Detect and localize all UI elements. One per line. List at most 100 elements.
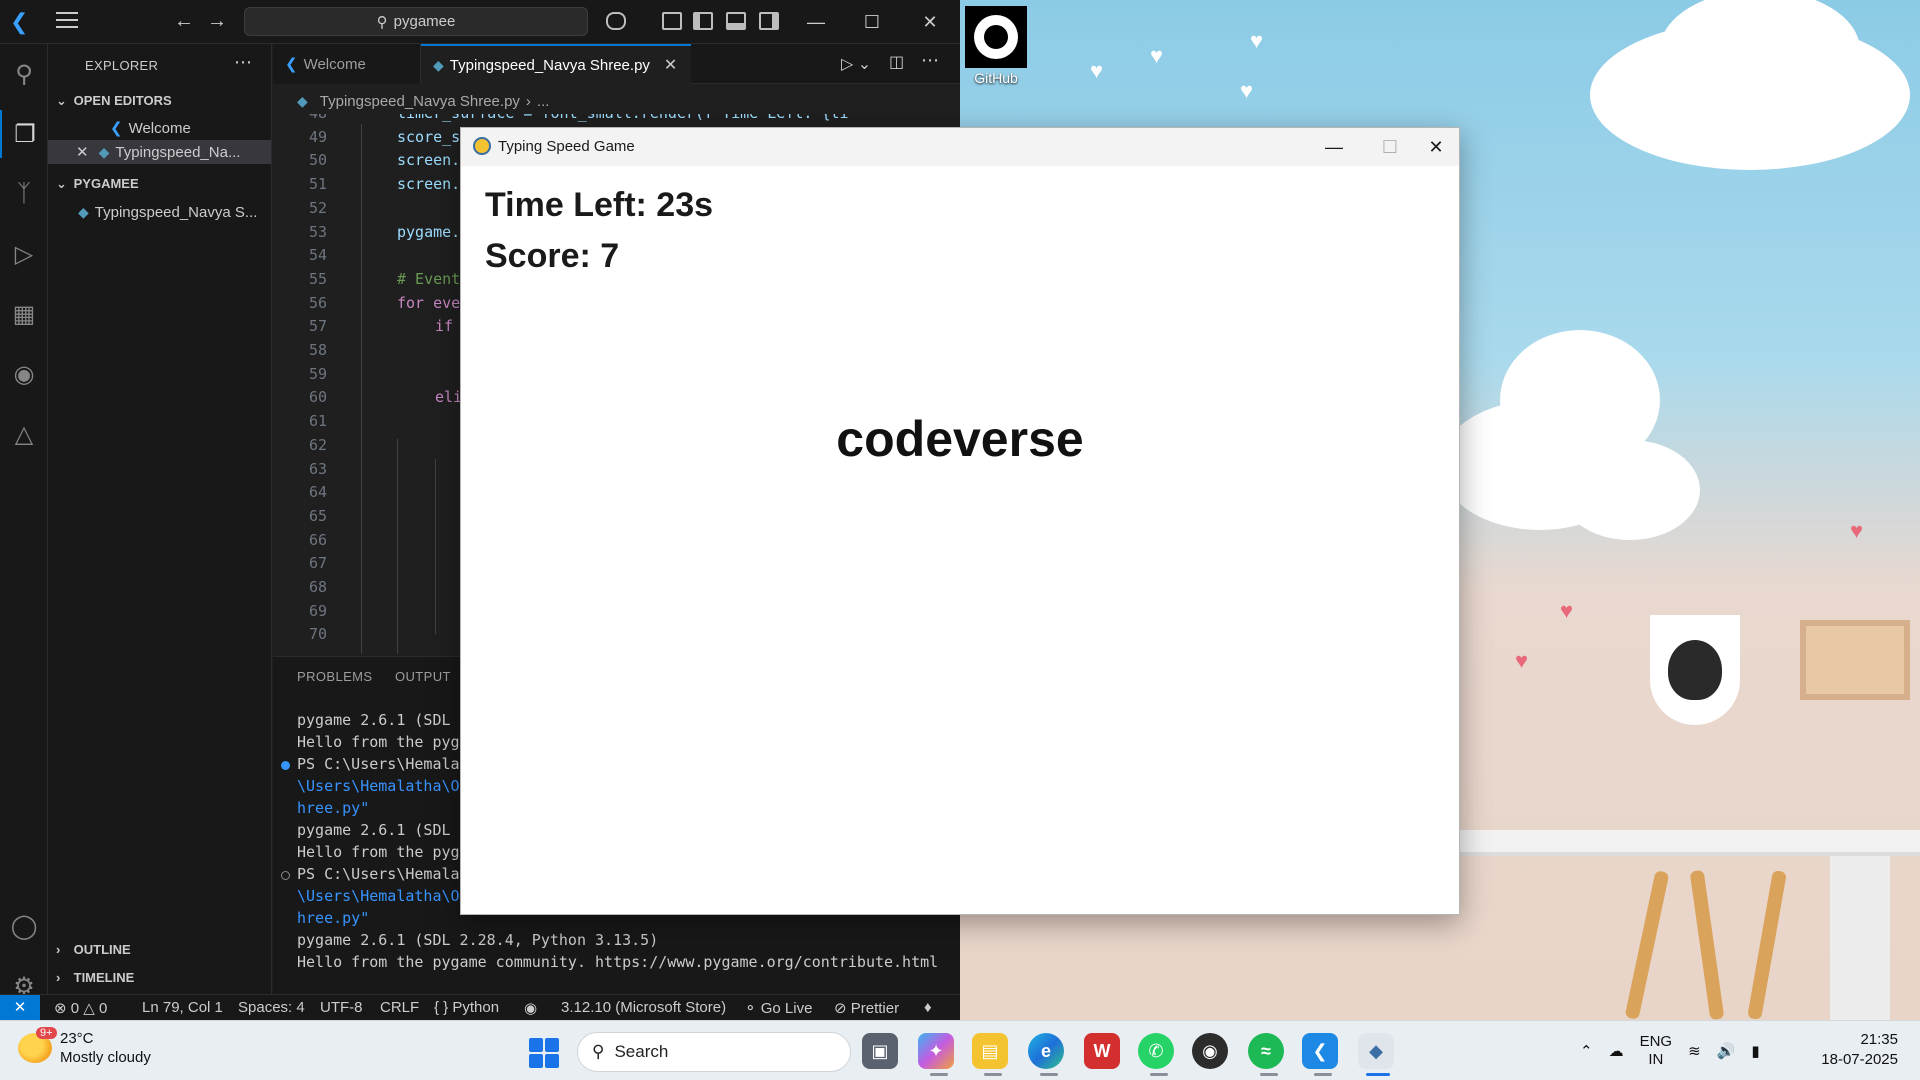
line-number: 66 [308, 530, 327, 549]
line-number: 48 [273, 114, 327, 122]
running-indicator [984, 1073, 1002, 1076]
vscode-titlebar: ❮ ← → ⚲ pygamee — ☐ ✕ [0, 0, 960, 44]
problems-status[interactable]: ⊗ 0 △ 0 [54, 999, 107, 1017]
copilot-icon[interactable]: ✦ [918, 1033, 954, 1069]
search-icon: ⚲ [376, 13, 388, 31]
tab-welcome[interactable]: ❮ Welcome [273, 44, 421, 84]
go-live-button[interactable]: ⚬ Go Live [744, 999, 812, 1017]
indentation-status[interactable]: Spaces: 4 [238, 999, 305, 1016]
notifications-bell-icon[interactable]: ♦ [924, 999, 932, 1016]
source-control-icon[interactable]: ᛉ [0, 170, 48, 218]
owl-banner [1650, 615, 1740, 725]
typing-speed-game-window[interactable]: Typing Speed Game — ☐ ✕ Time Left: 23s S… [460, 127, 1460, 915]
tab-output[interactable]: OUTPUT [395, 669, 451, 684]
more-actions-icon[interactable]: ⋯ [234, 52, 252, 73]
game-minimize-button[interactable]: — [1311, 132, 1357, 162]
run-python-icon[interactable]: ▷ ⌄ [841, 54, 871, 74]
start-button[interactable] [529, 1038, 559, 1068]
battery-icon[interactable]: ▮ [1751, 1042, 1759, 1060]
line-number: 59 [308, 364, 327, 383]
python-taskbar-icon[interactable]: ◆ [1358, 1033, 1394, 1069]
split-editor-icon[interactable]: ◫ [889, 52, 904, 72]
explorer-icon[interactable]: ❐ [0, 110, 48, 158]
target-word: codeverse [836, 411, 1084, 467]
tab-problems[interactable]: PROBLEMS [297, 669, 372, 684]
toggle-secondary-sidebar-icon[interactable] [759, 12, 779, 30]
line-number: 56 [308, 293, 327, 312]
chevron-down-icon: ⌄ [56, 176, 67, 191]
vscode-taskbar-icon[interactable]: ❮ [1302, 1033, 1338, 1069]
close-button[interactable]: ✕ [910, 8, 950, 36]
line-number: 64 [308, 483, 327, 502]
tab-typingspeed[interactable]: ◆ Typingspeed_Navya Shree.py ✕ [421, 44, 691, 84]
breadcrumb-symbol[interactable]: ... [537, 93, 550, 110]
github-desktop-icon[interactable]: ◉ [1192, 1033, 1228, 1069]
onedrive-cloud-icon[interactable]: ☁ [1609, 1042, 1624, 1060]
open-editor-typingspeed[interactable]: ✕ ◆ Typingspeed_Na... [48, 140, 271, 164]
open-editor-welcome[interactable]: ❮ Welcome [48, 116, 271, 140]
outline-section[interactable]: › OUTLINE [56, 942, 131, 957]
editor-more-icon[interactable]: ⋯ [921, 50, 939, 71]
whatsapp-icon[interactable]: ✆ [1138, 1033, 1174, 1069]
close-tab-icon[interactable]: ✕ [664, 55, 677, 75]
accounts-icon[interactable]: ◯ [0, 902, 48, 950]
maximize-button[interactable]: ☐ [852, 8, 892, 36]
line-number: 61 [308, 412, 327, 431]
python-file-icon: ◆ [433, 56, 444, 73]
active-app-indicator [1366, 1073, 1390, 1076]
spotify-icon[interactable]: ≈ [1248, 1033, 1284, 1069]
task-view-icon[interactable]: ▣ [862, 1033, 898, 1069]
folder-header-pygamee[interactable]: ⌄ PYGAMEE [56, 176, 139, 192]
copilot-status-icon[interactable]: ◉ [524, 999, 537, 1017]
game-maximize-button[interactable]: ☐ [1367, 132, 1413, 162]
wifi-icon[interactable]: ≋ [1688, 1042, 1701, 1060]
search-icon: ⚲ [592, 1042, 605, 1061]
close-icon[interactable]: ✕ [76, 143, 89, 161]
game-titlebar[interactable]: Typing Speed Game — ☐ ✕ [461, 128, 1459, 166]
menu-icon[interactable] [56, 12, 78, 28]
terminal-line: Hello from the pygame community. https:/… [297, 953, 939, 971]
customize-layout-icon[interactable] [662, 12, 682, 30]
language-mode[interactable]: { } Python [434, 999, 499, 1016]
weather-description: Mostly cloudy [60, 1049, 151, 1066]
run-debug-icon[interactable]: ▷ [0, 230, 48, 278]
toggle-panel-icon[interactable] [726, 12, 746, 30]
chevron-up-icon[interactable]: ⌃ [1580, 1042, 1593, 1060]
remote-indicator-icon[interactable]: ✕ [0, 995, 40, 1021]
clock[interactable]: 21:35 18-07-2025 [1818, 1030, 1898, 1070]
extensions-icon[interactable]: ▦ [0, 290, 48, 338]
taskbar-search[interactable]: ⚲ Search [577, 1032, 851, 1072]
eol-status[interactable]: CRLF [380, 999, 419, 1016]
timeline-section[interactable]: › TIMELINE [56, 970, 134, 985]
edge-browser-icon[interactable]: e [1028, 1033, 1064, 1069]
back-arrow-icon[interactable]: ← [174, 10, 194, 33]
encoding-status[interactable]: UTF-8 [320, 999, 363, 1016]
vscode-file-icon: ❮ [110, 120, 123, 137]
file-explorer-icon[interactable]: ▤ [972, 1033, 1008, 1069]
minimize-button[interactable]: — [796, 8, 836, 36]
testing-flask-icon[interactable]: △ [0, 410, 48, 458]
github-desktop-shortcut[interactable]: GitHub [964, 6, 1028, 86]
game-close-button[interactable]: ✕ [1413, 132, 1459, 162]
open-editors-header[interactable]: ⌄ OPEN EDITORS [56, 93, 172, 109]
input-language[interactable]: ENG IN [1640, 1033, 1673, 1069]
volume-icon[interactable]: 🔊 [1717, 1042, 1736, 1060]
python-icon[interactable]: ◉ [0, 350, 48, 398]
line-number: 54 [308, 246, 327, 265]
search-view-icon[interactable]: ⚲ [0, 50, 48, 98]
chevron-right-icon: › [56, 970, 61, 985]
terminal-command-success-dot [281, 761, 290, 770]
cursor-position[interactable]: Ln 79, Col 1 [142, 999, 223, 1016]
toggle-sidebar-icon[interactable] [693, 12, 713, 30]
code-line: screen. [397, 175, 461, 194]
prettier-status[interactable]: ⊘ Prettier [834, 999, 899, 1017]
file-typingspeed[interactable]: ◆ Typingspeed_Navya S... [48, 200, 271, 224]
command-center-search[interactable]: ⚲ pygamee [244, 7, 588, 36]
breadcrumb-file[interactable]: Typingspeed_Navya Shree.py [320, 93, 520, 110]
code-line: score_s [397, 127, 461, 146]
forward-arrow-icon[interactable]: → [207, 10, 227, 33]
copilot-icon[interactable] [606, 12, 626, 30]
wps-office-icon[interactable]: W [1084, 1033, 1120, 1069]
python-interpreter[interactable]: 3.12.10 (Microsoft Store) [561, 999, 726, 1016]
weather-widget[interactable]: 9+ 23°C Mostly cloudy [18, 1027, 151, 1067]
